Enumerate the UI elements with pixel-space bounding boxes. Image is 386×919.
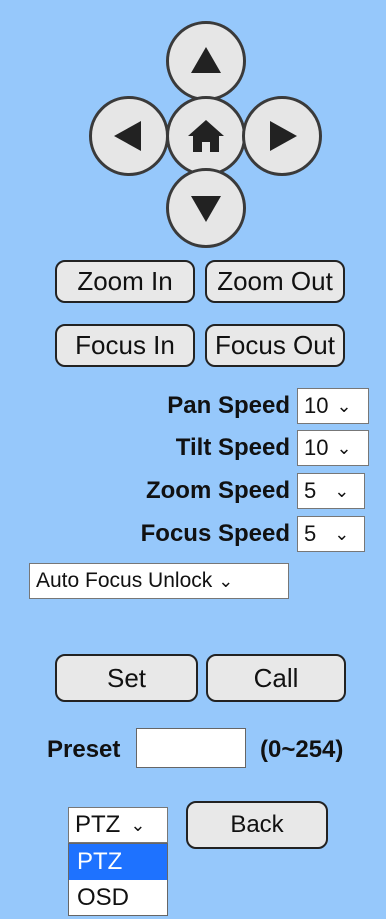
tilt-speed-label: Tilt Speed	[175, 434, 290, 461]
tilt-down-button[interactable]	[166, 168, 246, 248]
pan-speed-select[interactable]: 10 ⌄	[297, 388, 369, 424]
mode-option-osd[interactable]: OSD	[69, 880, 167, 916]
set-button[interactable]: Set	[55, 654, 198, 702]
mode-select[interactable]: PTZ ⌄	[68, 807, 168, 843]
chevron-down-icon: ⌄	[336, 437, 352, 458]
pan-speed-label: Pan Speed	[167, 392, 290, 419]
down-arrow-icon	[191, 196, 221, 222]
pan-left-button[interactable]	[89, 96, 169, 176]
zoom-out-button[interactable]: Zoom Out	[205, 260, 345, 303]
focus-speed-value: 5	[304, 521, 317, 546]
mode-option-ptz[interactable]: PTZ	[69, 844, 167, 880]
chevron-down-icon: ⌄	[334, 523, 350, 544]
right-arrow-icon	[270, 121, 297, 151]
left-arrow-icon	[114, 121, 141, 151]
zoom-speed-label: Zoom Speed	[145, 477, 290, 504]
chevron-down-icon: ⌄	[218, 570, 234, 591]
preset-input[interactable]	[136, 728, 246, 768]
back-button[interactable]: Back	[186, 801, 328, 849]
mode-dropdown-list: PTZ OSD	[68, 843, 168, 916]
zoom-speed-select[interactable]: 5 ⌄	[297, 473, 365, 509]
chevron-down-icon: ⌄	[334, 480, 350, 501]
chevron-down-icon: ⌄	[130, 814, 146, 835]
auto-focus-value: Auto Focus Unlock	[36, 569, 213, 592]
zoom-in-button[interactable]: Zoom In	[55, 260, 195, 303]
pan-right-button[interactable]	[242, 96, 322, 176]
pan-speed-value: 10	[304, 393, 329, 418]
focus-out-button[interactable]: Focus Out	[205, 324, 345, 367]
tilt-speed-select[interactable]: 10 ⌄	[297, 430, 369, 466]
focus-speed-label: Focus Speed	[140, 520, 290, 547]
home-button[interactable]	[166, 96, 246, 176]
tilt-up-button[interactable]	[166, 21, 246, 101]
call-button[interactable]: Call	[206, 654, 346, 702]
preset-label: Preset	[47, 736, 121, 763]
tilt-speed-value: 10	[304, 435, 329, 460]
zoom-speed-value: 5	[304, 478, 317, 503]
chevron-down-icon: ⌄	[336, 395, 352, 416]
preset-range-label: (0~254)	[260, 736, 344, 763]
focus-in-button[interactable]: Focus In	[55, 324, 195, 367]
focus-speed-select[interactable]: 5 ⌄	[297, 516, 365, 552]
auto-focus-select[interactable]: Auto Focus Unlock ⌄	[29, 563, 289, 599]
home-icon	[188, 120, 224, 152]
up-arrow-icon	[191, 47, 221, 73]
mode-value: PTZ	[75, 811, 121, 838]
